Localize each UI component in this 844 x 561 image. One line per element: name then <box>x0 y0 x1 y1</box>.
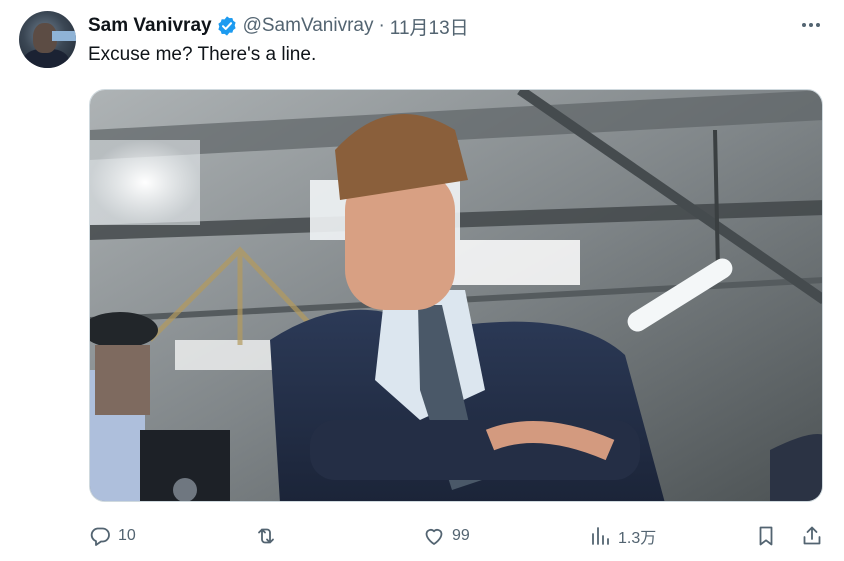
bookmark-icon <box>759 526 773 546</box>
bookmark-button[interactable] <box>754 520 778 552</box>
reply-icon <box>90 527 110 546</box>
more-icon[interactable] <box>796 13 826 37</box>
tweet-date[interactable]: 11月13日 <box>390 13 469 40</box>
verified-badge-icon <box>216 15 238 37</box>
share-icon <box>803 526 821 545</box>
share-button[interactable] <box>800 520 824 552</box>
tweet-text: Excuse me? There's a line. <box>88 44 317 65</box>
views-chart-icon <box>592 527 609 545</box>
view-count: 1.3万 <box>618 530 657 547</box>
tweet-photo[interactable] <box>89 89 823 502</box>
retweet-button[interactable] <box>254 520 278 552</box>
avatar[interactable] <box>19 11 76 68</box>
views-button[interactable]: 1.3万 <box>588 520 656 552</box>
author-handle[interactable]: @SamVanivray <box>243 15 374 37</box>
like-count: 99 <box>452 527 470 544</box>
reply-count: 10 <box>118 527 136 544</box>
like-button[interactable]: 99 <box>422 520 470 552</box>
action-bar: 10 99 1.3万 <box>88 520 828 552</box>
reply-button[interactable]: 10 <box>88 520 136 552</box>
tweet-header: Sam Vanivray @SamVanivray · 11月13日 <box>88 12 469 40</box>
author-name[interactable]: Sam Vanivray <box>88 15 212 37</box>
separator-dot: · <box>378 15 385 36</box>
avatar-band <box>52 31 76 41</box>
heart-icon <box>425 528 443 545</box>
retweet-icon <box>258 528 274 544</box>
